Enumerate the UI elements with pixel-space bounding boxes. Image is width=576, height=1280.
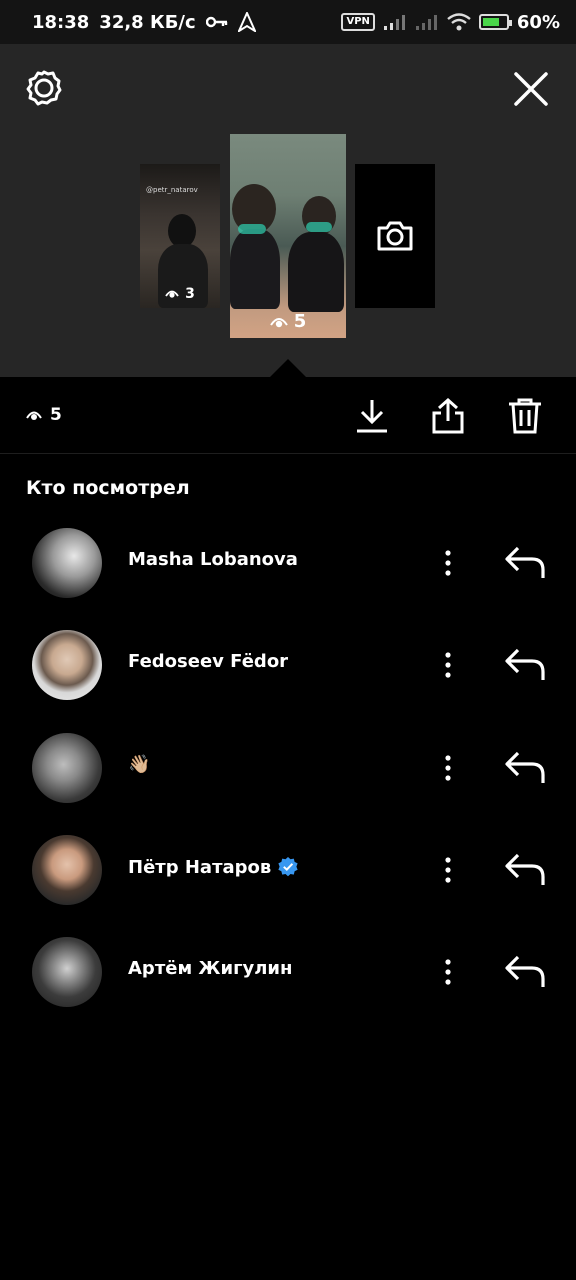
story-preview-panel: @petr_natarov 3 5: [0, 44, 576, 377]
settings-button[interactable]: [24, 68, 64, 108]
story-thumbnail-1[interactable]: @petr_natarov 3: [140, 164, 220, 308]
vpn-badge: VPN: [341, 13, 375, 31]
more-vertical-icon: [445, 652, 451, 678]
share-icon: [432, 397, 464, 434]
viewer-name[interactable]: 👋🏼: [128, 754, 150, 775]
story-views-count: 5: [230, 311, 346, 332]
download-button[interactable]: [354, 397, 390, 435]
verified-badge-icon: [278, 857, 298, 877]
reply-icon: [505, 853, 545, 885]
more-vertical-icon: [445, 755, 451, 781]
reply-icon: [505, 546, 545, 578]
delete-button[interactable]: [507, 397, 543, 435]
reply-button[interactable]: [504, 953, 546, 991]
close-button[interactable]: [512, 70, 550, 108]
battery-percent: 60%: [516, 11, 560, 33]
story-views-count: 3: [140, 286, 220, 302]
more-vertical-icon: [445, 857, 451, 883]
signal-icon: [383, 15, 405, 30]
reply-icon: [505, 648, 545, 680]
eye-icon: [165, 290, 179, 298]
viewer-row[interactable]: Masha Lobanova: [0, 517, 576, 607]
navigation-icon: [237, 12, 256, 32]
story-mention-tag: @petr_natarov: [146, 186, 198, 194]
download-icon: [357, 400, 387, 433]
viewer-row[interactable]: Пётр Натаров: [0, 824, 576, 914]
reply-button[interactable]: [504, 851, 546, 889]
viewer-row[interactable]: Артём Жигулин: [0, 926, 576, 1016]
viewer-row[interactable]: 👋🏼: [0, 722, 576, 812]
status-bar: 18:38 32,8 КБ/с VPN 60%: [0, 0, 576, 44]
avatar[interactable]: [32, 630, 102, 700]
viewer-name[interactable]: Артём Жигулин: [128, 958, 292, 979]
viewer-name[interactable]: Пётр Натаров: [128, 856, 299, 878]
close-icon: [514, 72, 548, 106]
viewer-name[interactable]: Fedoseev Fëdor: [128, 651, 288, 672]
reply-button[interactable]: [504, 544, 546, 582]
story-thumbnail-2-selected[interactable]: 5: [230, 134, 346, 338]
signal-icon-secondary: [415, 15, 437, 30]
more-vertical-icon: [445, 959, 451, 985]
key-icon: [205, 16, 227, 28]
avatar[interactable]: [32, 733, 102, 803]
more-vertical-icon: [445, 550, 451, 576]
trash-icon: [509, 398, 541, 434]
more-options-button[interactable]: [436, 956, 460, 988]
avatar[interactable]: [32, 937, 102, 1007]
status-time: 18:38: [32, 11, 90, 33]
avatar[interactable]: [32, 835, 102, 905]
reply-icon: [505, 955, 545, 987]
gear-icon: [26, 70, 62, 106]
battery-icon: [478, 14, 512, 30]
eye-icon: [269, 317, 288, 327]
selected-story-pointer: [270, 359, 306, 377]
eye-icon: [26, 411, 42, 420]
total-views[interactable]: 5: [26, 405, 62, 425]
viewers-title: Кто посмотрел: [26, 477, 190, 499]
more-options-button[interactable]: [436, 649, 460, 681]
add-story-camera-tile[interactable]: [355, 164, 435, 308]
more-options-button[interactable]: [436, 547, 460, 579]
share-button[interactable]: [430, 397, 466, 435]
more-options-button[interactable]: [436, 854, 460, 886]
reply-button[interactable]: [504, 749, 546, 787]
viewer-row[interactable]: Fedoseev Fëdor: [0, 619, 576, 709]
camera-icon: [377, 221, 413, 251]
status-network-speed: 32,8 КБ/с: [99, 11, 196, 33]
viewer-name[interactable]: Masha Lobanova: [128, 549, 298, 570]
reply-button[interactable]: [504, 646, 546, 684]
story-action-bar: 5: [0, 377, 576, 454]
avatar[interactable]: [32, 528, 102, 598]
reply-icon: [505, 751, 545, 783]
wifi-icon: [447, 13, 471, 31]
more-options-button[interactable]: [436, 752, 460, 784]
